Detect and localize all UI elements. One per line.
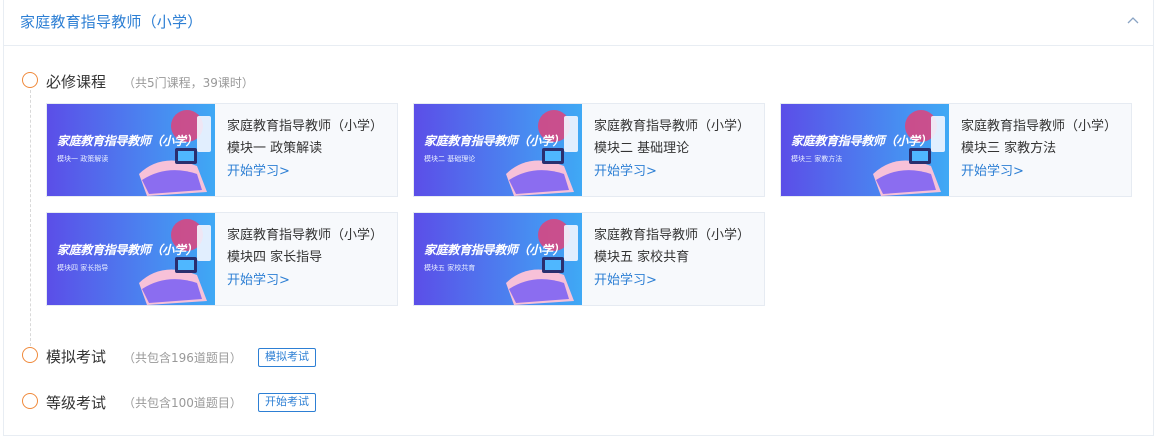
course-card-2[interactable]: 家庭教育指导教师（小学） 模块二 基础理论 家庭教育指导教师（小学）模块二 基础… bbox=[413, 103, 765, 197]
course-name: 家庭教育指导教师（小学）模块一 政策解读 bbox=[227, 119, 384, 156]
section-title-mock-exam: 模拟考试 bbox=[46, 348, 107, 366]
start-learning-link[interactable]: 开始学习> bbox=[227, 269, 290, 288]
course-card-5[interactable]: 家庭教育指导教师（小学） 模块五 家校共育 家庭教育指导教师（小学）模块五 家校… bbox=[413, 212, 765, 306]
thumbnail-subtitle: 模块五 家校共育 bbox=[424, 264, 476, 272]
start-learning-link[interactable]: 开始学习> bbox=[594, 160, 657, 179]
course-card-3[interactable]: 家庭教育指导教师（小学） 模块三 家教方法 家庭教育指导教师（小学）模块三 家教… bbox=[780, 103, 1132, 197]
thumbnail-title: 家庭教育指导教师（小学） bbox=[57, 134, 198, 148]
start-exam-button[interactable]: 开始考试 bbox=[258, 393, 316, 412]
course-name: 家庭教育指导教师（小学）模块五 家校共育 bbox=[594, 228, 751, 265]
course-thumbnail: 家庭教育指导教师（小学） 模块一 政策解读 bbox=[47, 104, 215, 196]
panel-header[interactable]: 家庭教育指导教师（小学） bbox=[4, 0, 1153, 46]
panel-title: 家庭教育指导教师（小学） bbox=[20, 13, 203, 31]
timeline-line bbox=[30, 90, 31, 346]
thumbnail-title: 家庭教育指导教师（小学） bbox=[424, 134, 565, 148]
thumbnail-subtitle: 模块一 政策解读 bbox=[57, 155, 109, 163]
start-learning-link[interactable]: 开始学习> bbox=[594, 269, 657, 288]
mock-exam-button[interactable]: 模拟考试 bbox=[258, 348, 316, 367]
section-note-mock-exam: （共包含196道题目） bbox=[123, 351, 242, 365]
timeline-circle-icon bbox=[22, 72, 38, 88]
course-card-1[interactable]: 家庭教育指导教师（小学） 模块一 政策解读 家庭教育指导教师（小学）模块一 政策… bbox=[46, 103, 398, 197]
thumbnail-subtitle: 模块三 家教方法 bbox=[791, 155, 843, 163]
section-note-required: （共5门课程，39课时） bbox=[123, 76, 254, 90]
course-name: 家庭教育指导教师（小学）模块四 家长指导 bbox=[227, 228, 384, 265]
thumbnail-title: 家庭教育指导教师（小学） bbox=[791, 134, 932, 148]
section-note-grade-exam: （共包含100道题目） bbox=[123, 396, 242, 410]
thumbnail-title: 家庭教育指导教师（小学） bbox=[424, 243, 565, 257]
course-name: 家庭教育指导教师（小学）模块二 基础理论 bbox=[594, 119, 751, 156]
start-learning-link[interactable]: 开始学习> bbox=[961, 160, 1024, 179]
course-thumbnail: 家庭教育指导教师（小学） 模块三 家教方法 bbox=[781, 104, 949, 196]
section-title-required: 必修课程 bbox=[46, 73, 107, 91]
chevron-up-icon[interactable] bbox=[1125, 12, 1141, 28]
timeline-circle-icon bbox=[22, 347, 38, 363]
course-card-4[interactable]: 家庭教育指导教师（小学） 模块四 家长指导 家庭教育指导教师（小学）模块四 家长… bbox=[46, 212, 398, 306]
course-thumbnail: 家庭教育指导教师（小学） 模块四 家长指导 bbox=[47, 213, 215, 305]
thumbnail-title: 家庭教育指导教师（小学） bbox=[57, 243, 198, 257]
course-thumbnail: 家庭教育指导教师（小学） 模块二 基础理论 bbox=[414, 104, 582, 196]
start-learning-link[interactable]: 开始学习> bbox=[227, 160, 290, 179]
thumbnail-subtitle: 模块四 家长指导 bbox=[57, 264, 109, 272]
thumbnail-subtitle: 模块二 基础理论 bbox=[424, 155, 476, 163]
course-thumbnail: 家庭教育指导教师（小学） 模块五 家校共育 bbox=[414, 213, 582, 305]
section-title-grade-exam: 等级考试 bbox=[46, 394, 107, 412]
timeline-circle-icon bbox=[22, 393, 38, 409]
course-panel: 家庭教育指导教师（小学） 必修课程 （共5门课程，39课时） 家庭教育指导教师（… bbox=[3, 0, 1154, 436]
course-name: 家庭教育指导教师（小学）模块三 家教方法 bbox=[961, 119, 1118, 156]
